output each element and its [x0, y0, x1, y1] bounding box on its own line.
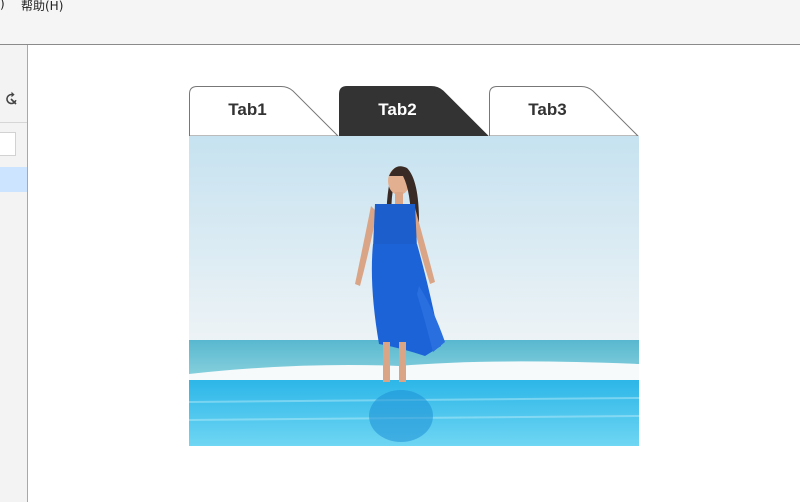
tab-3-label: Tab3: [528, 100, 567, 119]
tab-2[interactable]: Tab2: [339, 86, 489, 136]
menu-bar: ) 帮助(H): [0, 0, 800, 45]
menu-item-partial[interactable]: ): [0, 0, 5, 11]
left-panel: [0, 45, 28, 502]
tab-2-label: Tab2: [378, 100, 417, 119]
panel-selected-item[interactable]: [0, 167, 27, 192]
tab-strip: Tab1 Tab2 Tab3: [189, 86, 639, 136]
beach-photo-image: [189, 136, 639, 446]
tab-1[interactable]: Tab1: [189, 86, 339, 136]
panel-divider: [0, 122, 27, 123]
tab-content-photo: [189, 136, 639, 446]
tab-1-label: Tab1: [228, 100, 267, 119]
tab-3[interactable]: Tab3: [489, 86, 639, 136]
refresh-icon[interactable]: [3, 91, 19, 107]
panel-search-input[interactable]: [0, 132, 16, 156]
menu-item-help[interactable]: 帮助(H): [21, 0, 63, 14]
